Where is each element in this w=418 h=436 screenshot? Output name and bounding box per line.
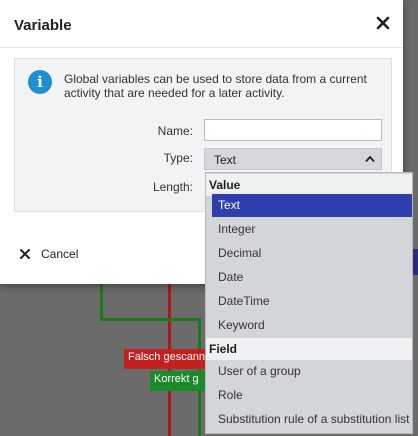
length-label: Length:: [152, 180, 193, 194]
chevron-up-icon: [365, 155, 375, 163]
option-date[interactable]: Date: [212, 266, 412, 289]
close-icon[interactable]: [373, 13, 393, 33]
option-keyword[interactable]: Keyword: [212, 314, 412, 337]
info-icon: i: [28, 70, 52, 94]
type-select-value: Text: [214, 153, 237, 167]
group-field: Field: [206, 338, 412, 360]
node-green[interactable]: Korrekt g: [150, 371, 212, 391]
cancel-x-icon: [20, 249, 30, 259]
type-dropdown-list: Value Text Integer Decimal Date DateTime…: [205, 172, 413, 434]
option-role[interactable]: Role: [212, 384, 412, 407]
info-text: Global variables can be used to store da…: [64, 72, 367, 100]
title-divider: [0, 47, 403, 48]
cancel-label: Cancel: [41, 247, 79, 261]
option-substitution-rule[interactable]: Substitution rule of a substitution list: [212, 408, 412, 431]
node-red[interactable]: Falsch gescann: [124, 349, 212, 369]
option-decimal[interactable]: Decimal: [212, 242, 412, 265]
name-label: Name:: [157, 124, 193, 138]
option-integer[interactable]: Integer: [212, 218, 412, 241]
option-text[interactable]: Text: [212, 194, 412, 217]
type-label: Type:: [163, 151, 193, 165]
group-value: Value: [206, 174, 412, 196]
type-select[interactable]: Text: [204, 148, 382, 170]
green-connector: [100, 284, 103, 320]
option-user-of-a-group[interactable]: User of a group: [212, 360, 412, 383]
name-input[interactable]: [204, 119, 382, 141]
green-connector-h: [100, 318, 200, 321]
option-datetime[interactable]: DateTime: [212, 290, 412, 313]
cancel-button[interactable]: Cancel: [19, 245, 78, 263]
dialog-title: Variable: [14, 17, 72, 34]
